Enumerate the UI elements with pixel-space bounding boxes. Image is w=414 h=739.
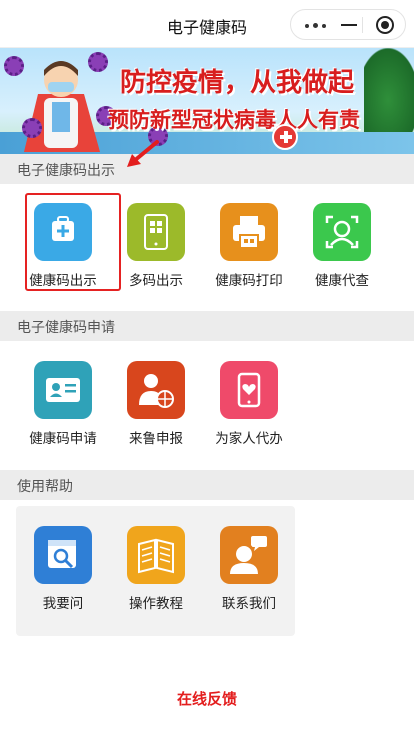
red-arrow-annotation-icon bbox=[127, 140, 159, 167]
printer-icon bbox=[220, 203, 278, 261]
face-scan-icon bbox=[313, 203, 371, 261]
phone-heart-icon bbox=[220, 361, 278, 419]
tile-label: 为家人代办 bbox=[215, 431, 283, 447]
tile-label: 操作教程 bbox=[129, 596, 183, 612]
person-globe-icon bbox=[127, 361, 185, 419]
navigation-bar: 电子健康码 bbox=[0, 0, 414, 48]
online-feedback-link[interactable]: 在线反馈 bbox=[0, 688, 414, 709]
tile-label: 健康码出示 bbox=[29, 273, 97, 289]
virus-icon bbox=[22, 118, 42, 138]
tile-health-code-show[interactable]: 健康码出示 bbox=[15, 203, 111, 289]
epidemic-banner: 防控疫情，从我做起 预防新型冠状病毒人人有责 bbox=[0, 48, 414, 154]
tile-label: 来鲁申报 bbox=[129, 431, 183, 447]
banner-slogan-1: 防控疫情，从我做起 bbox=[120, 68, 355, 98]
section-header-show: 电子健康码出示 bbox=[0, 154, 414, 184]
tile-tutorial[interactable]: 操作教程 bbox=[108, 526, 204, 612]
book-icon bbox=[127, 526, 185, 584]
medical-kit-icon bbox=[34, 203, 92, 261]
customer-service-icon bbox=[220, 526, 278, 584]
tile-label: 健康码打印 bbox=[215, 273, 283, 289]
section-title: 电子健康码申请 bbox=[17, 320, 115, 336]
tile-health-proxy-check[interactable]: 健康代查 bbox=[294, 203, 390, 289]
mini-program-capsule bbox=[290, 9, 406, 40]
section-title: 电子健康码出示 bbox=[17, 163, 115, 179]
tile-arrival-declare[interactable]: 来鲁申报 bbox=[108, 361, 204, 447]
tile-label: 健康代查 bbox=[315, 273, 369, 289]
more-options-icon[interactable] bbox=[305, 19, 331, 31]
tile-label: 我要问 bbox=[42, 596, 84, 612]
banner-slogan-2: 预防新型冠状病毒人人有责 bbox=[108, 108, 360, 132]
tile-label: 多码出示 bbox=[129, 273, 183, 289]
section-header-apply: 电子健康码申请 bbox=[0, 311, 414, 341]
tile-label: 健康码申请 bbox=[29, 431, 97, 447]
tile-multi-code-show[interactable]: 多码出示 bbox=[108, 203, 204, 289]
tile-health-code-apply[interactable]: 健康码申请 bbox=[15, 361, 111, 447]
section-title: 使用帮助 bbox=[17, 479, 73, 495]
tile-ask-question[interactable]: 我要问 bbox=[15, 526, 111, 612]
virus-icon bbox=[88, 52, 108, 72]
multi-qr-phone-icon bbox=[127, 203, 185, 261]
virus-icon bbox=[4, 56, 24, 76]
tile-contact-us[interactable]: 联系我们 bbox=[201, 526, 297, 612]
medical-cross-icon bbox=[272, 124, 298, 150]
close-mini-program-icon[interactable] bbox=[376, 16, 394, 34]
tile-label: 联系我们 bbox=[222, 596, 276, 612]
capsule-divider bbox=[362, 17, 363, 33]
id-card-icon bbox=[34, 361, 92, 419]
tile-family-proxy[interactable]: 为家人代办 bbox=[201, 361, 297, 447]
section-header-help: 使用帮助 bbox=[0, 470, 414, 500]
minimize-icon[interactable] bbox=[341, 24, 357, 26]
tile-health-code-print[interactable]: 健康码打印 bbox=[201, 203, 297, 289]
calendar-search-icon bbox=[34, 526, 92, 584]
